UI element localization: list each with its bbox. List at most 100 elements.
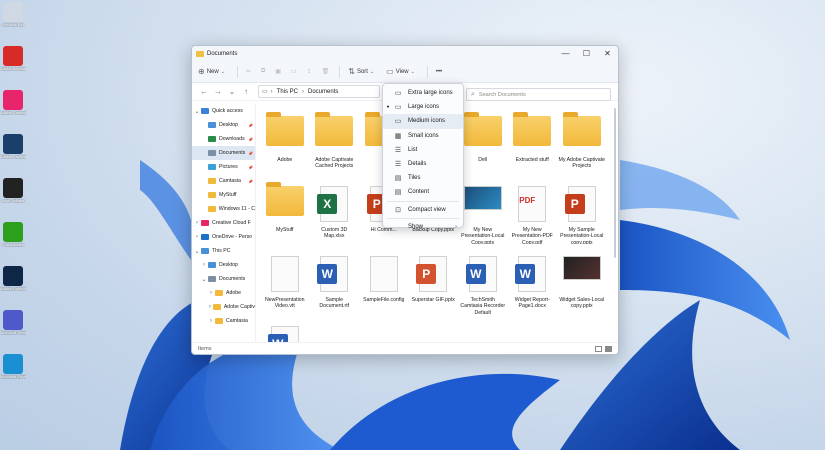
excel-file-icon: X <box>317 186 349 222</box>
view-button[interactable]: ▭ View ⌄ <box>386 67 417 76</box>
sidebar-item[interactable]: MyStuff <box>192 188 255 202</box>
chevron-icon[interactable]: › <box>207 318 215 324</box>
window-title: Documents <box>207 50 238 57</box>
view-label: View <box>395 68 409 75</box>
back-arrow-icon[interactable]: ← <box>198 87 210 96</box>
view-menu-item[interactable]: ▤ Content <box>383 185 463 199</box>
chevron-icon[interactable]: › <box>193 234 201 240</box>
sidebar-item[interactable]: Desktop 📌 <box>192 118 255 132</box>
file-item[interactable]: P Superstar GIF.pptx <box>409 244 459 314</box>
search-input[interactable]: ⌕ Search Documents <box>466 88 611 101</box>
file-item[interactable]: Adobe <box>260 104 310 174</box>
large-icons-view-toggle[interactable] <box>605 345 612 352</box>
more-options-button[interactable]: ••• <box>436 69 442 75</box>
content-icon: ▤ <box>394 189 402 197</box>
file-item[interactable]: NewPresentation Video.vtt <box>260 244 310 314</box>
share-icon[interactable]: ⇪ <box>307 68 312 75</box>
breadcrumb-documents[interactable]: Documents <box>308 89 338 95</box>
desktop-shortcut[interactable]: Recycle Bin <box>0 2 26 27</box>
desktop-shortcut[interactable]: Microsoft Teams <box>0 310 26 335</box>
sidebar-item[interactable]: Camtasia 📌 <box>192 174 255 188</box>
view-menu-item[interactable]: ⊡ Compact view <box>383 203 463 217</box>
file-item[interactable]: P My Sample Presentation-Local copy.pptx <box>557 174 607 244</box>
close-button[interactable]: ✕ <box>597 49 618 58</box>
file-name: SampleFile.config <box>363 297 405 303</box>
sidebar-item[interactable]: Documents 📌 <box>192 146 255 160</box>
paste-icon[interactable]: ▣ <box>275 68 281 75</box>
chevron-down-icon[interactable]: ⌄ <box>226 87 238 96</box>
view-menu-item[interactable]: Show › <box>383 220 463 234</box>
desktop-shortcut[interactable]: Adobe Creative Cloud <box>0 90 26 115</box>
rename-icon[interactable]: ▭ <box>291 68 297 75</box>
file-item[interactable]: W <box>260 314 310 342</box>
file-item[interactable]: W TechSmith Camtasia Recorder Default Dir… <box>458 244 508 314</box>
file-item[interactable]: W Widget Report-Page1.docx <box>508 244 558 314</box>
details-view-toggle[interactable] <box>595 345 602 352</box>
folder-icon <box>201 234 209 240</box>
sidebar-item[interactable]: › Adobe Captiv <box>192 300 255 314</box>
chevron-icon[interactable]: › <box>207 304 213 310</box>
chevron-icon[interactable]: ⌄ <box>193 108 201 115</box>
sidebar-item[interactable]: Windows 11 - C <box>192 202 255 216</box>
file-item[interactable]: Widget Sales-Local copy.pptx <box>557 244 607 314</box>
file-item[interactable]: Extracted stuff <box>508 104 558 174</box>
desktop-shortcut[interactable]: QuickBooks <box>0 222 26 247</box>
sidebar-item[interactable]: › Adobe <box>192 286 255 300</box>
chevron-icon[interactable]: › <box>207 290 215 296</box>
minimize-button[interactable]: — <box>555 49 576 58</box>
file-item[interactable]: Dell <box>458 104 508 174</box>
vertical-scrollbar[interactable] <box>614 108 616 258</box>
chevron-icon[interactable]: › <box>200 262 208 268</box>
sort-button[interactable]: ⇅ Sort ⌄ <box>348 67 376 76</box>
file-item[interactable]: MyStuff <box>260 174 310 244</box>
new-button[interactable]: ⊕ New ⌄ <box>198 67 227 76</box>
sidebar-item[interactable]: › Desktop <box>192 258 255 272</box>
desktop-shortcut[interactable]: Adobe Captivate <box>0 134 26 159</box>
chevron-right-icon: › <box>455 223 457 230</box>
view-menu-item[interactable]: ▤ Tiles <box>383 171 463 185</box>
sidebar-item[interactable]: › OneDrive - Perso <box>192 230 255 244</box>
sidebar-item[interactable]: ⌄ Quick access <box>192 104 255 118</box>
folder-icon <box>208 262 216 268</box>
desktop-shortcut[interactable]: Adobe Acrobat DC <box>0 46 26 71</box>
file-item[interactable]: W Sample Document.rtf <box>310 244 360 314</box>
file-item[interactable]: X Custom 3D Map.xlsx <box>310 174 360 244</box>
file-item[interactable]: SampleFile.config <box>359 244 409 314</box>
sidebar-item[interactable]: › Creative Cloud F <box>192 216 255 230</box>
file-name: Sample Document.rtf <box>319 297 350 310</box>
chevron-icon[interactable]: ⌄ <box>200 276 208 283</box>
file-item[interactable]: PDF My New Presentation-PDF Copy.pdf <box>508 174 558 244</box>
copy-icon[interactable]: ⧉ <box>261 68 265 75</box>
view-menu-item[interactable]: ▦ Small icons <box>383 129 463 143</box>
maximize-button[interactable]: ☐ <box>576 49 597 58</box>
file-thumbnail: W <box>266 326 304 342</box>
desktop-shortcut[interactable]: Microsoft Edge <box>0 354 26 379</box>
sidebar-item[interactable]: ⌄ Documents <box>192 272 255 286</box>
sidebar-item[interactable]: Downloads 📌 <box>192 132 255 146</box>
sidebar-item[interactable]: ⌄ This PC <box>192 244 255 258</box>
view-menu-item[interactable]: ☰ Details <box>383 157 463 171</box>
desktop-shortcut[interactable]: Adobe Lightroom <box>0 266 26 291</box>
view-menu-item[interactable]: ▭ Medium icons <box>383 114 463 129</box>
sidebar-item-label: MyStuff <box>219 192 237 198</box>
file-item[interactable]: My New Presentation-Local Copy.pptx <box>458 174 508 244</box>
desktop-shortcut[interactable]: Logi Options <box>0 178 26 203</box>
sidebar-item[interactable]: › Camtasia <box>192 314 255 328</box>
file-item[interactable]: Adobe Captivate Cached Projects <box>310 104 360 174</box>
cut-icon[interactable]: ✂ <box>246 68 251 75</box>
up-arrow-icon[interactable]: ↑ <box>240 87 252 96</box>
breadcrumb[interactable]: ▭ › This PC › Documents <box>258 85 380 98</box>
search-icon: ⌕ <box>471 90 475 98</box>
view-menu-item[interactable]: ▭ Extra large icons <box>383 86 463 100</box>
chevron-icon[interactable]: › <box>193 220 201 226</box>
chevron-icon[interactable]: ⌄ <box>193 248 201 255</box>
sidebar-item[interactable]: Pictures 📌 <box>192 160 255 174</box>
view-menu-item[interactable]: ☰ List <box>383 143 463 157</box>
title-bar[interactable]: Documents — ☐ ✕ <box>192 46 618 61</box>
desktop-shortcut-label: Microsoft Teams <box>0 330 26 335</box>
file-item[interactable]: My Adobe Captivate Projects <box>557 104 607 174</box>
view-menu-item[interactable]: • ▭ Large icons <box>383 100 463 114</box>
forward-arrow-icon[interactable]: → <box>212 87 224 96</box>
breadcrumb-this-pc[interactable]: This PC <box>277 89 298 95</box>
delete-icon[interactable]: 🗑 <box>322 68 330 75</box>
